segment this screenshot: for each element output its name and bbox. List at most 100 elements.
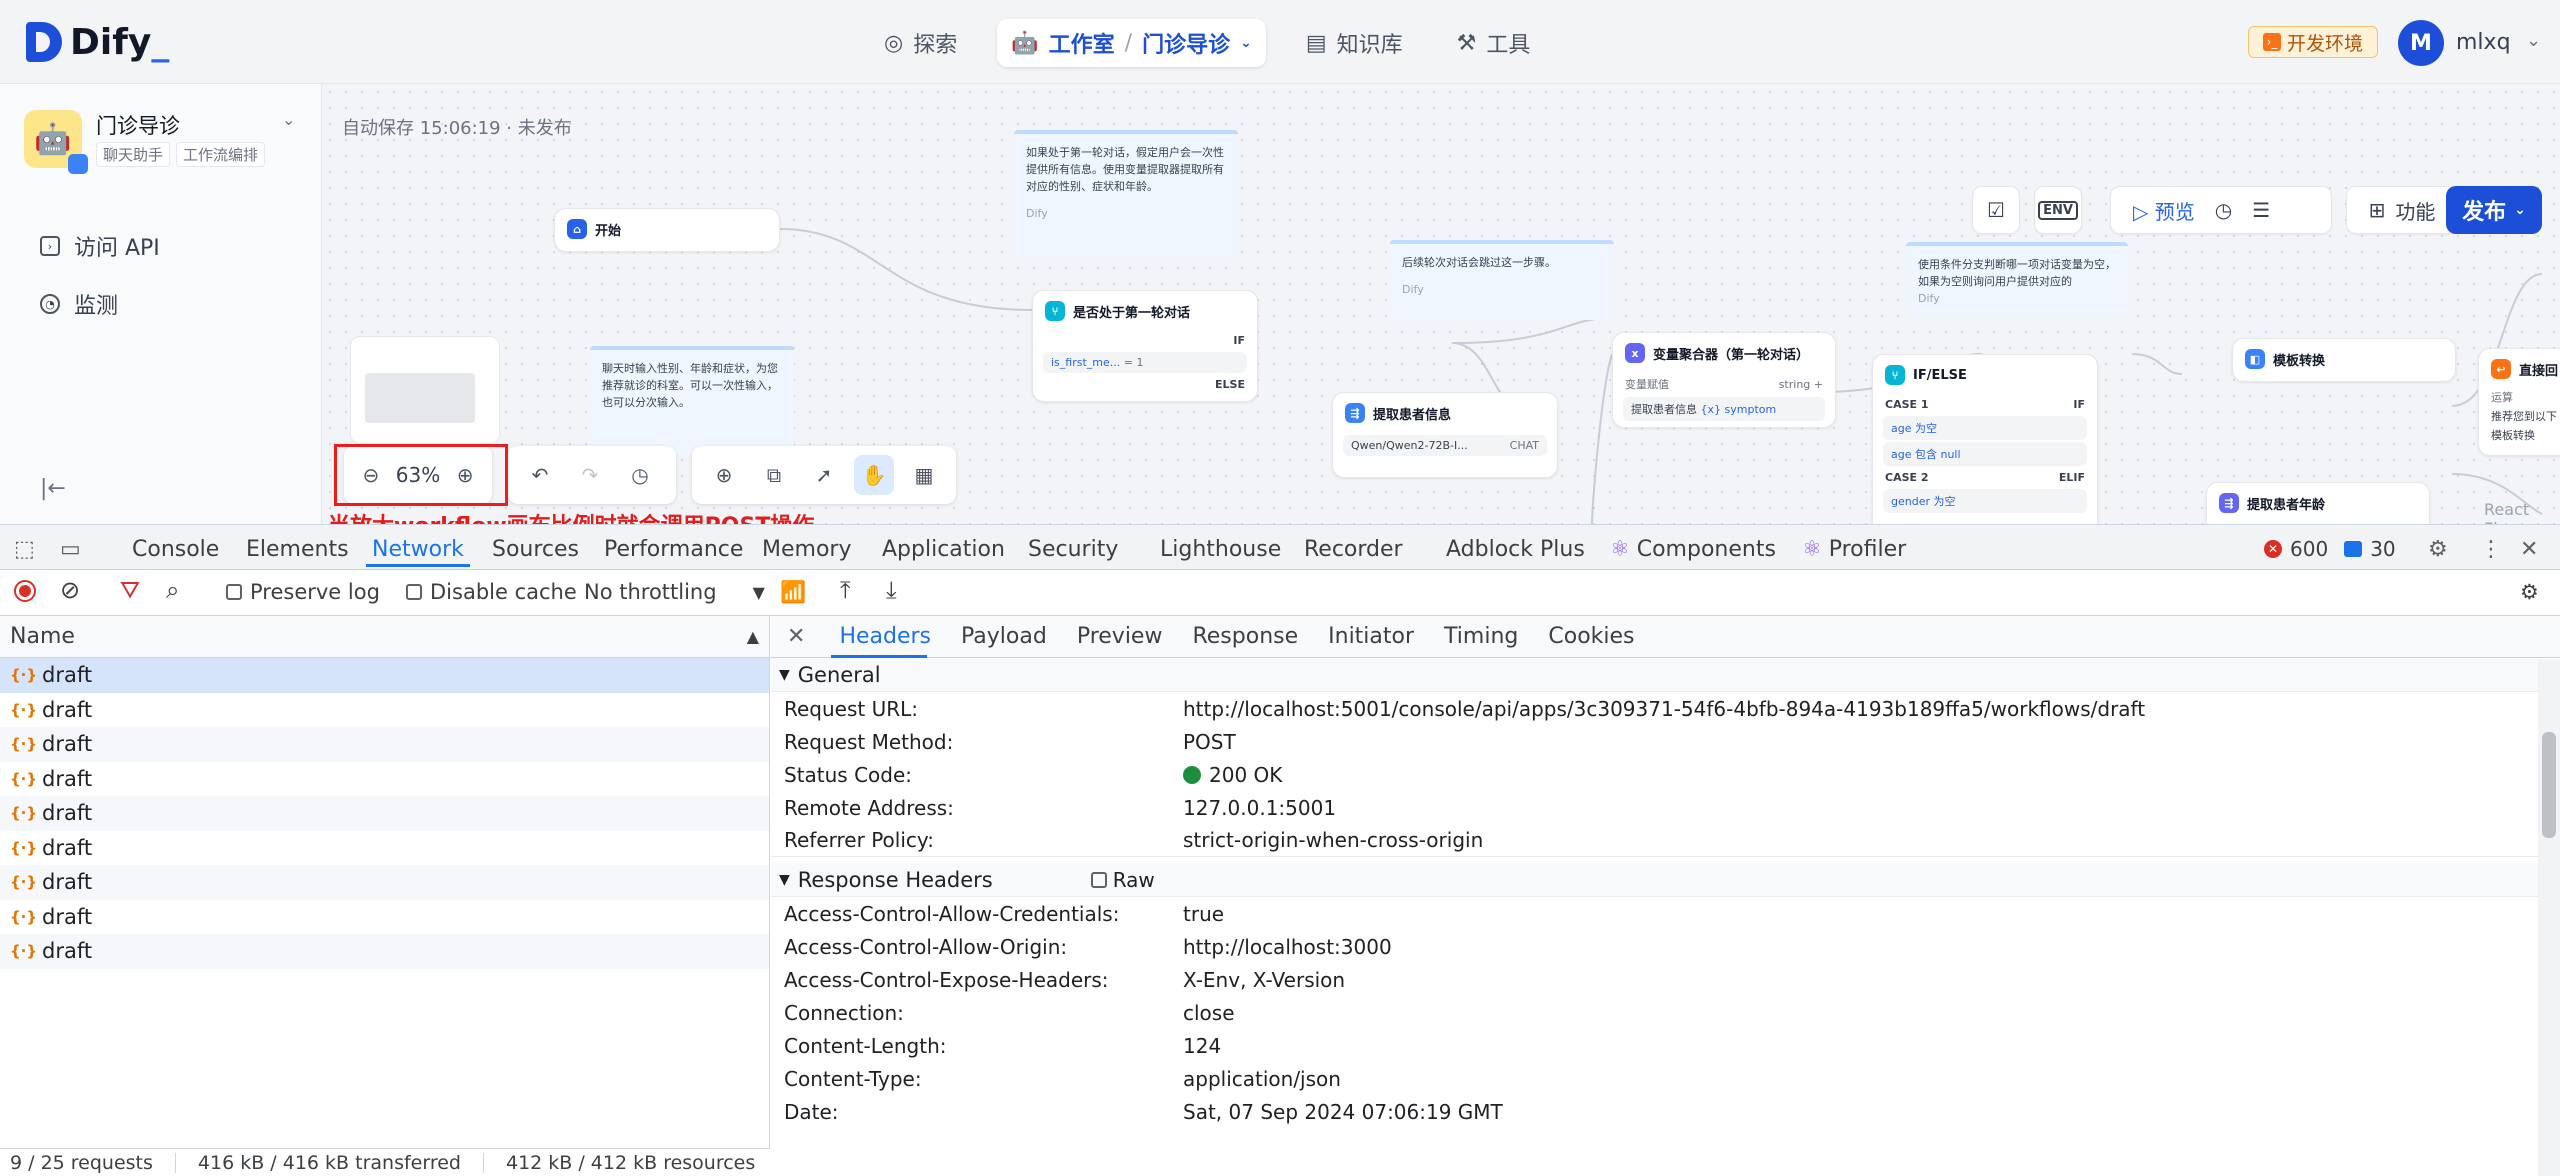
nav-knowledge[interactable]: ▤ 知识库 [1292,19,1417,67]
sidebar-item-api[interactable]: › 访问 API [40,230,160,262]
table-row[interactable]: {·} draft [0,831,769,866]
network-conditions-icon[interactable]: 📶 [780,580,806,605]
response-headers-toggle[interactable]: ▼ Response Headers Raw [771,863,2560,897]
workflow-canvas[interactable]: 自动保存 15:06:19 · 未发布 如果处于第一轮对话，假定用户会一次性提供… [322,84,2560,524]
search-icon[interactable]: ⌕ [166,576,179,604]
pointer-icon[interactable]: ➚ [804,455,844,495]
gear-icon[interactable]: ⚙ [2520,580,2539,604]
node-variable-aggregator[interactable]: x 变量聚合器（第一轮对话） 变量赋值 string + 提取患者信息 {x} sy… [1612,332,1836,428]
collapse-sidebar-icon[interactable]: |← [40,476,66,501]
tab-network[interactable]: Network [372,537,464,562]
issues-counter[interactable]: ✕ 600 30 [2264,537,2396,561]
table-row[interactable]: {·} draft [0,762,769,797]
node-ifelse[interactable]: ⑂ IF/ELSE CASE 1 IF age 为空 age 包含 null CAS… [1872,354,2098,524]
node-first-round[interactable]: ⑂ 是否处于第一轮对话 IF is_first_me... = 1 ELSE [1032,290,1258,402]
layout-icon[interactable]: ▦ [904,455,944,495]
tab-adblock[interactable]: Adblock Plus [1446,537,1585,562]
avatar[interactable]: M [2398,20,2444,66]
request-list: Name ▲ {·} draft {·} draft {·} draft {·} draf… [0,616,770,1176]
tab-components[interactable]: ⚛ Components [1610,537,1776,562]
redo-icon[interactable]: ↷ [570,455,610,495]
scrollbar-thumb[interactable] [2542,732,2556,838]
react-flow-attribution[interactable]: React Flow [2484,500,2560,524]
tab-performance[interactable]: Performance [604,537,743,562]
username[interactable]: mlxq [2456,30,2511,55]
tab-elements[interactable]: Elements [246,537,349,562]
more-options-icon[interactable]: ⋮ [2480,537,2502,562]
env-button[interactable]: ENV [2034,186,2082,234]
download-icon[interactable]: ⤓ [886,576,897,604]
tab-lighthouse[interactable]: Lighthouse [1160,537,1281,562]
network-toolbar: ⊘ ⛛ ⌕ Preserve log Disable cache No thro… [0,570,2560,616]
gear-icon[interactable]: ⚙ [2428,537,2448,562]
tab-preview[interactable]: Preview [1077,624,1163,649]
node-extract-patient[interactable]: ⇶ 提取患者信息 Qwen/Qwen2-72B-I... CHAT [1332,392,1558,478]
table-row[interactable]: {·} draft [0,693,769,728]
close-icon[interactable]: ✕ [2520,537,2538,562]
tab-application[interactable]: Application [882,537,1005,562]
note-later-rounds[interactable]: 后续轮次对话会跳过这一步骤。 Dify [1390,240,1614,320]
note-ifelse[interactable]: 使用条件分支判断哪一项对话变量为空，如果为空则询问用户提供对应的 Dify [1906,242,2128,318]
add-note-icon[interactable]: ⧉ [754,455,794,495]
dify-logo[interactable]: Dify_ [26,20,169,64]
history-icon[interactable]: ◷ [620,455,660,495]
node-extract-age[interactable]: ⇶ 提取患者年龄 [2206,482,2430,524]
add-node-icon[interactable]: ⊕ [704,455,744,495]
raw-checkbox[interactable]: Raw [1090,868,1155,892]
tab-recorder[interactable]: Recorder [1304,537,1403,562]
nav-studio[interactable]: 🤖 工作室 / 门诊导诊 ⌄ [997,19,1266,67]
throttling-select[interactable]: No throttling ▼ [584,580,765,604]
nav-tools[interactable]: ⚒ 工具 [1443,19,1545,67]
preserve-log-checkbox[interactable]: Preserve log [226,580,380,604]
canvas-minimap[interactable] [350,336,500,444]
tab-memory[interactable]: Memory [762,537,851,562]
features-button[interactable]: ⊞ 功能 [2346,186,2458,234]
chevron-down-icon[interactable]: ⌄ [282,110,295,129]
table-row[interactable]: {·} draft [0,900,769,935]
list-icon[interactable]: ☰ [2252,198,2270,222]
table-row[interactable]: {·} draft [0,658,769,693]
publish-button[interactable]: 发布 ⌄ [2446,186,2542,234]
device-toolbar-icon[interactable]: ▭ [60,537,81,562]
general-section-toggle[interactable]: ▼ General [771,658,2560,692]
inspect-icon[interactable]: ⬚ [14,537,35,562]
table-row[interactable]: {·} draft [0,934,769,969]
upload-icon[interactable]: ⤒ [840,576,851,604]
tab-sources[interactable]: Sources [492,537,579,562]
header-row: Access-Control-Expose-Headers: X-Env, X-V… [784,967,1346,992]
note-first-round[interactable]: 如果处于第一轮对话，假定用户会一次性提供所有信息。使用变量提取器提取所有对应的性… [1014,130,1238,258]
clear-icon[interactable]: ⊘ [60,576,80,604]
chevron-down-icon[interactable]: ⌄ [2526,30,2541,51]
node-direct-reply[interactable]: ↩ 直接回 运算 推荐您到以下 模板转换 [2478,348,2560,456]
tab-console[interactable]: Console [132,537,219,562]
filter-icon[interactable]: ⛛ [120,576,140,604]
checklist-button[interactable]: ☑ [1972,186,2020,234]
app-robot-icon: 🤖 [24,110,88,174]
nav-explore[interactable]: ◎ 探索 [870,19,971,67]
hand-icon[interactable]: ✋ [854,455,894,495]
preview-button[interactable]: ▷ 预览 [2133,196,2195,225]
table-row[interactable]: {·} draft [0,865,769,900]
undo-icon[interactable]: ↶ [520,455,560,495]
node-template[interactable]: ◧ 模板转换 [2232,338,2456,382]
tab-payload[interactable]: Payload [961,624,1047,649]
note-intro[interactable]: 聊天时输入性别、年龄和症状，为您推荐就诊的科室。可以一次性输入，也可以分次输入。 [590,346,794,456]
tab-security[interactable]: Security [1028,537,1118,562]
tab-cookies[interactable]: Cookies [1548,624,1634,649]
app-name[interactable]: 门诊导诊 [96,110,180,140]
sidebar-item-monitor[interactable]: ◔ 监测 [40,288,118,320]
disable-cache-checkbox[interactable]: Disable cache [406,580,577,604]
tab-profiler[interactable]: ⚛ Profiler [1802,537,1906,562]
node-start[interactable]: ⌂ 开始 [554,208,780,252]
tab-timing[interactable]: Timing [1444,624,1518,649]
home-icon: ⌂ [567,219,587,239]
tab-initiator[interactable]: Initiator [1328,624,1414,649]
history-icon[interactable]: ◷ [2215,198,2232,222]
table-row[interactable]: {·} draft [0,727,769,762]
name-column-header[interactable]: Name ▲ [0,616,769,658]
close-icon[interactable]: ✕ [787,624,805,649]
record-button[interactable] [14,580,36,602]
table-row[interactable]: {·} draft [0,796,769,831]
tab-headers[interactable]: Headers [839,624,931,649]
tab-response[interactable]: Response [1192,624,1298,649]
